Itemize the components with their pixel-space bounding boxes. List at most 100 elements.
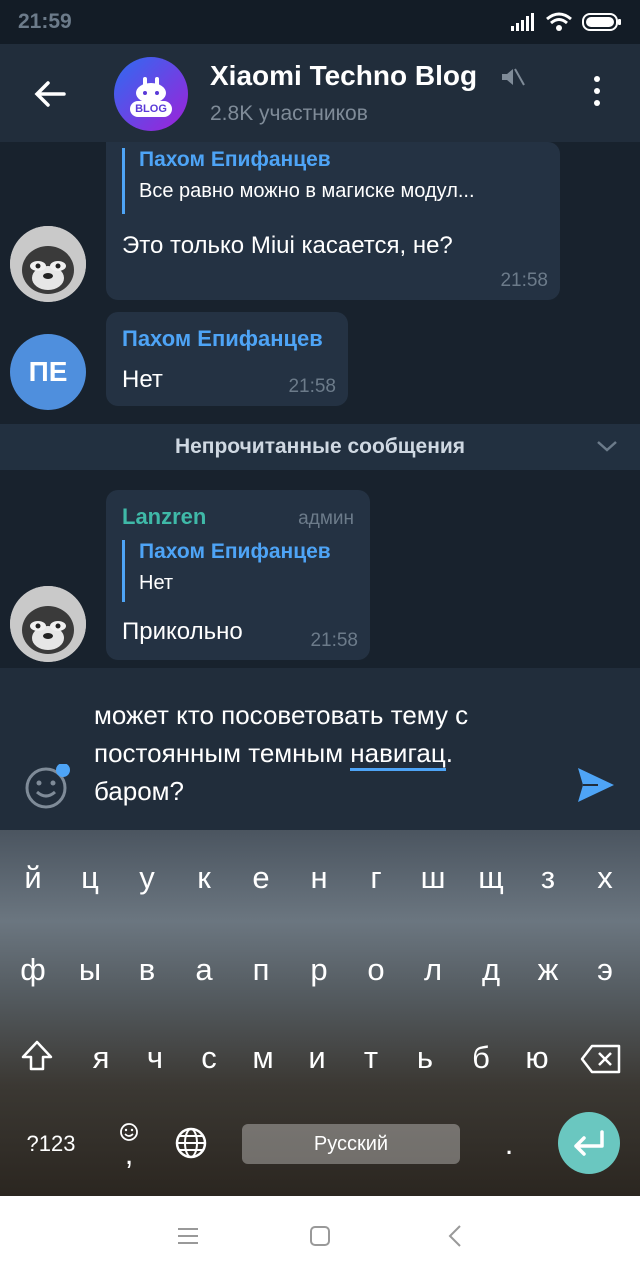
key[interactable]: 3у (118, 834, 176, 914)
more-options-icon[interactable] (586, 76, 608, 116)
back-nav-icon[interactable] (444, 1224, 468, 1248)
message-author[interactable]: Lanzren (122, 504, 206, 530)
keyboard-row-1: 1й 2ц 3у 4к 5е 6н 7г 8ш 9щ 0з х (0, 834, 640, 922)
reply-quote[interactable]: Пахом Епифанцев Все равно можно в магиск… (122, 148, 559, 214)
space-key[interactable]: Русский (242, 1124, 460, 1164)
key[interactable]: а (175, 926, 233, 1006)
shift-key[interactable] (8, 1014, 66, 1094)
backspace-icon (580, 1044, 621, 1074)
send-icon[interactable] (576, 766, 616, 804)
key[interactable]: ю (508, 1014, 566, 1094)
raccoon-avatar-icon (10, 586, 86, 662)
message-time: 21:58 (310, 630, 358, 651)
message-text: Это только Miui касается, не? (122, 232, 453, 259)
input-line-1: может кто посоветовать тему с (94, 700, 469, 730)
message-text: Нет (122, 366, 163, 393)
key[interactable]: 2ц (61, 834, 119, 914)
keyboard-row-4: ?123 , Русский . (0, 1100, 640, 1188)
key[interactable]: м (234, 1014, 292, 1094)
key[interactable]: 6н (290, 834, 348, 914)
key[interactable]: п (232, 926, 290, 1006)
key[interactable]: х (576, 834, 634, 914)
input-line-2: постоянным темным навигац. (94, 734, 564, 772)
user-avatar[interactable]: ПЕ (10, 334, 86, 410)
message-bubble[interactable]: Lanzren админ Пахом Епифанцев Нет Прикол… (106, 490, 370, 660)
key[interactable]: р (290, 926, 348, 1006)
key[interactable]: 8ш (404, 834, 462, 914)
reply-author: Пахом Епифанцев (139, 540, 331, 563)
keyboard: 1й 2ц 3у 4к 5е 6н 7г 8ш 9щ 0з х ф ы в а … (0, 830, 640, 1196)
key[interactable]: 0з (519, 834, 577, 914)
key[interactable]: ь (396, 1014, 454, 1094)
enter-icon (574, 1130, 604, 1156)
raccoon-avatar-icon (10, 226, 86, 302)
keyboard-row-2: ф ы в а п р о л д ж э (0, 926, 640, 1014)
key[interactable]: 4к (175, 834, 233, 914)
key[interactable]: 9щ (462, 834, 520, 914)
unread-divider: Непрочитанные сообщения (0, 424, 640, 470)
battery-icon (582, 13, 621, 31)
user-avatar[interactable] (10, 226, 86, 302)
reply-text: Нет (139, 572, 174, 594)
channel-avatar-label: BLOG (130, 101, 172, 117)
key[interactable]: д (462, 926, 520, 1006)
channel-subtitle: 2.8K участников (210, 102, 368, 125)
message-input[interactable]: может кто посоветовать тему с постоянным… (94, 696, 564, 810)
key[interactable]: ы (61, 926, 119, 1006)
key[interactable]: э (576, 926, 634, 1006)
shift-icon (21, 1040, 53, 1071)
reply-text: Все равно можно в магиске модул... (139, 180, 475, 202)
symbols-key[interactable]: ?123 (18, 1100, 84, 1180)
reply-quote[interactable]: Пахом Епифанцев Нет (122, 540, 369, 602)
mi-bunny-icon (136, 77, 166, 103)
key[interactable]: б (452, 1014, 510, 1094)
message-bubble[interactable]: Пахом Епифанцев Все равно можно в магиск… (106, 142, 560, 300)
language-key[interactable] (162, 1100, 220, 1180)
user-avatar[interactable] (10, 586, 86, 662)
status-bar: 21:59 (0, 0, 640, 44)
system-nav-bar (0, 1196, 640, 1280)
signal-icon (511, 13, 534, 31)
home-icon[interactable] (308, 1224, 332, 1248)
emoji-comma-key[interactable]: , (100, 1100, 158, 1180)
key[interactable]: ж (519, 926, 577, 1006)
message-author[interactable]: Пахом Епифанцев (122, 326, 323, 352)
menu-icon[interactable] (176, 1224, 200, 1248)
backspace-key[interactable] (570, 1014, 632, 1094)
key[interactable]: о (347, 926, 405, 1006)
message-bubble[interactable]: Пахом Епифанцев Нет 21:58 (106, 312, 348, 406)
key[interactable]: 7г (347, 834, 405, 914)
back-arrow-icon[interactable] (30, 74, 70, 114)
message-list[interactable]: Пахом Епифанцев Все равно можно в магиск… (0, 142, 640, 668)
key[interactable]: я (72, 1014, 130, 1094)
message-text: Прикольно (122, 618, 243, 645)
key[interactable]: 1й (4, 834, 62, 914)
enter-key[interactable] (558, 1112, 620, 1174)
key[interactable]: 5е (232, 834, 290, 914)
muted-icon (502, 68, 525, 86)
unread-label: Непрочитанные сообщения (174, 435, 466, 458)
chat-header: BLOG Xiaomi Techno Blog 2.8K участников (0, 44, 640, 142)
smiley-icon (25, 763, 70, 809)
key[interactable]: т (342, 1014, 400, 1094)
period-key[interactable]: . (480, 1100, 538, 1180)
globe-icon (175, 1127, 207, 1159)
reply-author: Пахом Епифанцев (139, 148, 331, 171)
message-time: 21:58 (500, 270, 548, 291)
key[interactable]: л (404, 926, 462, 1006)
channel-avatar[interactable]: BLOG (114, 57, 188, 131)
chevron-down-icon[interactable] (596, 438, 618, 454)
status-icons (510, 12, 622, 32)
channel-title[interactable]: Xiaomi Techno Blog (210, 60, 477, 92)
autocorrect-word[interactable]: навигац (350, 738, 446, 771)
emoji-button[interactable] (24, 763, 70, 810)
key[interactable]: ч (126, 1014, 184, 1094)
key[interactable]: с (180, 1014, 238, 1094)
keyboard-row-3: я ч с м и т ь б ю (0, 1014, 640, 1102)
key[interactable]: и (288, 1014, 346, 1094)
key[interactable]: в (118, 926, 176, 1006)
admin-badge: админ (298, 508, 354, 529)
message-composer[interactable]: может кто посоветовать тему с постоянным… (0, 668, 640, 830)
key[interactable]: ф (4, 926, 62, 1006)
input-line-3: баром? (94, 776, 185, 806)
